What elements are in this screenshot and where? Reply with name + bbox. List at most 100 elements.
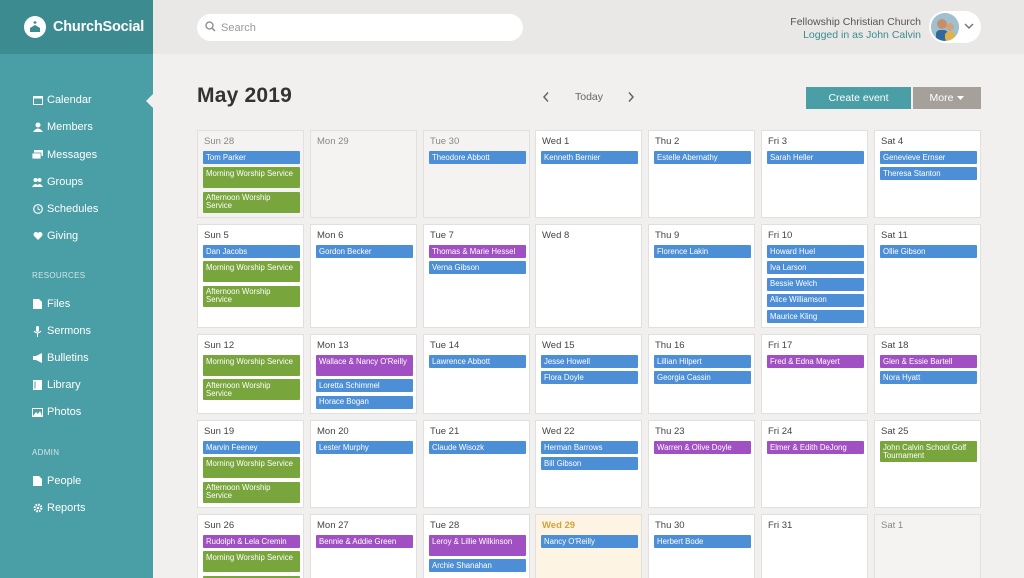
sidebar-item-files[interactable]: Files	[32, 295, 70, 313]
day-cell[interactable]: Wed 1 Kenneth Bernier	[535, 130, 642, 218]
event-chip[interactable]: Lillian Hilpert	[654, 355, 751, 368]
event-chip[interactable]: Theodore Abbott	[429, 151, 526, 164]
day-cell[interactable]: Thu 30 Herbert Bode	[648, 514, 755, 578]
today-button[interactable]: Today	[575, 91, 603, 103]
brand[interactable]: ChurchSocial	[0, 0, 153, 54]
day-cell[interactable]: Fri 17 Fred & Edna Mayert	[761, 334, 868, 414]
event-chip[interactable]: Loretta Schimmel	[316, 379, 413, 393]
event-chip[interactable]: Afternoon Worship Service	[203, 191, 300, 213]
sidebar-item-schedules[interactable]: Schedules	[32, 200, 98, 218]
event-chip[interactable]: Iva Larson	[767, 261, 864, 275]
sidebar-item-groups[interactable]: Groups	[32, 173, 83, 191]
day-cell[interactable]: Sun 12 Morning Worship Service Afternoon W…	[197, 334, 304, 414]
event-chip[interactable]: Alice Williamson	[767, 293, 864, 307]
event-chip[interactable]: Elmer & Edith DeJong	[767, 441, 864, 454]
event-chip[interactable]: Fred & Edna Mayert	[767, 355, 864, 368]
event-chip[interactable]: Morning Worship Service	[203, 167, 300, 189]
event-chip[interactable]: Bill Gibson	[541, 457, 638, 471]
event-chip[interactable]: Morning Worship Service	[203, 551, 300, 573]
event-chip[interactable]: Florence Lakin	[654, 245, 751, 258]
day-cell[interactable]: Sun 19 Marvin Feeney Morning Worship Servi…	[197, 420, 304, 508]
event-chip[interactable]: Morning Worship Service	[203, 261, 300, 283]
event-chip[interactable]: Leroy & Lillie Wilkinson	[429, 535, 526, 556]
event-chip[interactable]: Genevieve Ernser	[880, 151, 977, 164]
event-chip[interactable]: Claude Wisozk	[429, 441, 526, 454]
day-cell[interactable]: Wed 29 Nancy O'Reilly	[535, 514, 642, 578]
day-cell[interactable]: Mon 20 Lester Murphy	[310, 420, 417, 508]
event-chip[interactable]: Afternoon Worship Service	[203, 285, 300, 307]
event-chip[interactable]: Herman Barrows	[541, 441, 638, 454]
user-menu[interactable]	[929, 11, 981, 43]
sidebar-item-giving[interactable]: Giving	[32, 227, 78, 245]
more-button[interactable]: More	[913, 87, 981, 109]
event-chip[interactable]: Estelle Abernathy	[654, 151, 751, 164]
day-cell[interactable]: Thu 9 Florence Lakin	[648, 224, 755, 328]
event-chip[interactable]: Lester Murphy	[316, 441, 413, 454]
event-chip[interactable]: Morning Worship Service	[203, 355, 300, 376]
event-chip[interactable]: Maurice Kling	[767, 310, 864, 324]
day-cell[interactable]: Sun 26 Rudolph & Lela Cremin Morning Worsh…	[197, 514, 304, 578]
event-chip[interactable]: Warren & Olive Doyle	[654, 441, 751, 454]
next-month-button[interactable]	[625, 90, 637, 104]
event-chip[interactable]: Howard Huel	[767, 245, 864, 258]
day-cell[interactable]: Wed 15 Jesse Howell Flora Doyle	[535, 334, 642, 414]
search-box[interactable]	[197, 14, 523, 41]
event-chip[interactable]: Afternoon Worship Service	[203, 379, 300, 401]
day-cell[interactable]: Mon 13 Wallace & Nancy O'Reilly Loretta Sc…	[310, 334, 417, 414]
day-cell[interactable]: Thu 2 Estelle Abernathy	[648, 130, 755, 218]
event-chip[interactable]: Theresa Stanton	[880, 167, 977, 181]
event-chip[interactable]: Wallace & Nancy O'Reilly	[316, 355, 413, 376]
event-chip[interactable]: Nancy O'Reilly	[541, 535, 638, 548]
event-chip[interactable]: Herbert Bode	[654, 535, 751, 548]
sidebar-item-sermons[interactable]: Sermons	[32, 322, 91, 340]
event-chip[interactable]: Rudolph & Lela Cremin	[203, 535, 300, 548]
event-chip[interactable]: Tom Parker	[203, 151, 300, 164]
logged-in-link[interactable]: Logged in as John Calvin	[790, 29, 921, 42]
day-cell[interactable]: Mon 29	[310, 130, 417, 218]
day-cell[interactable]: Sat 4 Genevieve Ernser Theresa Stanton	[874, 130, 981, 218]
sidebar-item-bulletins[interactable]: Bulletins	[32, 349, 89, 367]
event-chip[interactable]: Dan Jacobs	[203, 245, 300, 258]
day-cell[interactable]: Fri 10 Howard Huel Iva Larson Bessie Welch A…	[761, 224, 868, 328]
day-cell[interactable]: Tue 21 Claude Wisozk	[423, 420, 530, 508]
event-chip[interactable]: Thomas & Marie Hessel	[429, 245, 526, 258]
day-cell[interactable]: Sat 1	[874, 514, 981, 578]
event-chip[interactable]: John Calvin School Golf Tournament	[880, 441, 977, 462]
day-cell[interactable]: Mon 27 Bennie & Addie Green	[310, 514, 417, 578]
sidebar-item-reports[interactable]: Reports	[32, 499, 86, 517]
day-cell[interactable]: Thu 16 Lillian Hilpert Georgia Cassin	[648, 334, 755, 414]
event-chip[interactable]: Marvin Feeney	[203, 441, 300, 454]
day-cell[interactable]: Sat 11 Ollie Gibson	[874, 224, 981, 328]
event-chip[interactable]: Bennie & Addie Green	[316, 535, 413, 548]
event-chip[interactable]: Archie Shanahan	[429, 559, 526, 573]
event-chip[interactable]: Bessie Welch	[767, 277, 864, 291]
prev-month-button[interactable]	[540, 90, 552, 104]
day-cell[interactable]: Tue 28 Leroy & Lillie Wilkinson Archie Sha…	[423, 514, 530, 578]
sidebar-item-library[interactable]: Library	[32, 376, 81, 394]
event-chip[interactable]: Gordon Becker	[316, 245, 413, 258]
event-chip[interactable]: Georgia Cassin	[654, 371, 751, 385]
event-chip[interactable]: Glen & Essie Bartell	[880, 355, 977, 368]
day-cell[interactable]: Thu 23 Warren & Olive Doyle	[648, 420, 755, 508]
day-cell[interactable]: Wed 22 Herman Barrows Bill Gibson	[535, 420, 642, 508]
day-cell[interactable]: Tue 7 Thomas & Marie Hessel Verna Gibson	[423, 224, 530, 328]
sidebar-item-people[interactable]: People	[32, 472, 81, 490]
search-input[interactable]	[221, 21, 501, 34]
event-chip[interactable]: Sarah Heller	[767, 151, 864, 164]
day-cell[interactable]: Sun 5 Dan Jacobs Morning Worship Service Af…	[197, 224, 304, 328]
day-cell[interactable]: Sat 18 Glen & Essie Bartell Nora Hyatt	[874, 334, 981, 414]
day-cell[interactable]: Sat 25 John Calvin School Golf Tournament	[874, 420, 981, 508]
day-cell[interactable]: Mon 6 Gordon Becker	[310, 224, 417, 328]
event-chip[interactable]: Horace Bogan	[316, 395, 413, 409]
day-cell[interactable]: Tue 30 Theodore Abbott	[423, 130, 530, 218]
day-cell[interactable]: Sun 28 Tom Parker Morning Worship Service A…	[197, 130, 304, 218]
event-chip[interactable]: Lawrence Abbott	[429, 355, 526, 368]
event-chip[interactable]: Kenneth Bernier	[541, 151, 638, 164]
sidebar-item-calendar[interactable]: Calendar	[32, 91, 92, 109]
create-event-button[interactable]: Create event	[806, 87, 911, 109]
day-cell[interactable]: Fri 31	[761, 514, 868, 578]
day-cell[interactable]: Tue 14 Lawrence Abbott	[423, 334, 530, 414]
event-chip[interactable]: Ollie Gibson	[880, 245, 977, 258]
sidebar-item-members[interactable]: Members	[32, 118, 93, 136]
event-chip[interactable]: Afternoon Worship Service	[203, 481, 300, 503]
